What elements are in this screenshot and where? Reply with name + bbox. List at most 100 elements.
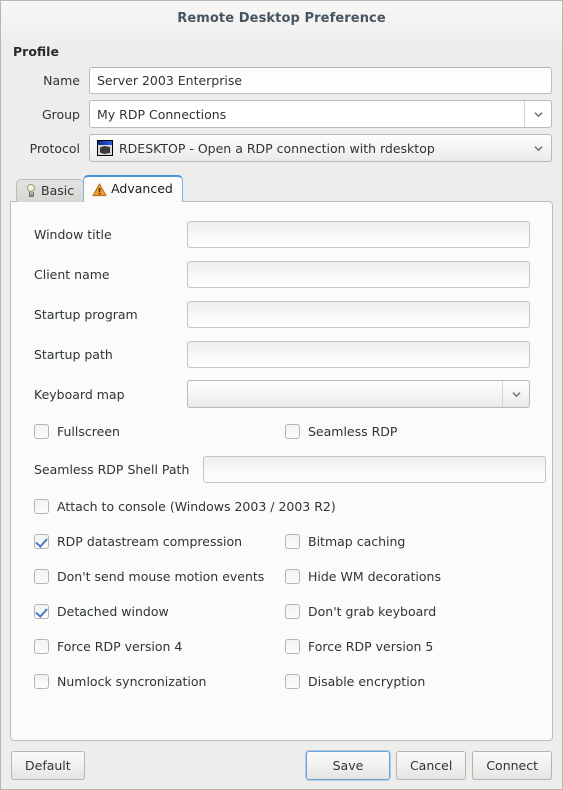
settings-notebook: Basic Advanced Window title Client name …	[10, 175, 553, 741]
cancel-button[interactable]: Cancel	[395, 750, 467, 780]
row-startup-path: Startup path	[17, 334, 546, 374]
protocol-combobox-value: RDESKTOP - Open a RDP connection with rd…	[90, 140, 525, 156]
checkbox-disable-encryption[interactable]: Disable encryption	[277, 674, 425, 689]
fullscreen-checkbox-box[interactable]	[34, 424, 49, 439]
detached-window-checkbox-box[interactable]	[34, 604, 49, 619]
keyboard-map-label: Keyboard map	[34, 386, 125, 402]
fullscreen-label: Fullscreen	[57, 424, 120, 439]
page-title: Remote Desktop Preference	[177, 10, 386, 26]
checkbox-force-rdp-version-5[interactable]: Force RDP version 5	[277, 639, 433, 654]
startup-program-input[interactable]	[187, 300, 530, 328]
rdp-datastream-compression-checkbox-box[interactable]	[34, 534, 49, 549]
seamless-shell-path-input[interactable]	[203, 455, 546, 483]
attach-console-checkbox-box[interactable]	[34, 499, 49, 514]
bitmap-caching-checkbox-box[interactable]	[285, 534, 300, 549]
numlock-syncronization-label: Numlock syncronization	[57, 674, 207, 689]
lightbulb-base	[28, 192, 34, 197]
seamless-rdp-label: Seamless RDP	[308, 424, 398, 439]
row-keyboard-map: Keyboard map	[17, 374, 546, 414]
field-row-group: Group My RDP Connections	[11, 100, 552, 128]
window-title-label: Window title	[34, 226, 112, 242]
tab-advanced[interactable]: Advanced	[83, 175, 183, 202]
tab-basic[interactable]: Basic	[16, 179, 85, 202]
tab-advanced-label: Advanced	[111, 181, 173, 197]
name-input[interactable]: Server 2003 Enterprise	[89, 66, 552, 94]
keyboard-map-arrow[interactable]	[502, 381, 529, 407]
group-combobox[interactable]: My RDP Connections	[89, 100, 552, 128]
protocol-combobox-text: RDESKTOP - Open a RDP connection with rd…	[119, 140, 435, 156]
rdp-datastream-compression-label: RDP datastream compression	[57, 534, 243, 549]
no-mouse-motion-events-checkbox-box[interactable]	[34, 569, 49, 584]
tab-basic-label: Basic	[41, 182, 75, 198]
profile-heading: Profile	[13, 44, 59, 59]
chevron-down-icon	[512, 391, 520, 397]
checkbox-detached-window[interactable]: Detached window	[17, 604, 277, 619]
force-rdp-version-5-checkbox-box[interactable]	[285, 639, 300, 654]
startup-path-label: Startup path	[34, 346, 113, 362]
lightbulb-icon	[25, 184, 37, 198]
save-button[interactable]: Save	[305, 750, 390, 780]
rdesktop-icon	[97, 140, 113, 156]
checkbox-no-mouse-motion-events[interactable]: Don't send mouse motion events	[17, 569, 277, 584]
numlock-syncronization-checkbox-box[interactable]	[34, 674, 49, 689]
no-mouse-motion-events-label: Don't send mouse motion events	[57, 569, 265, 584]
row-seamless-shell-path: Seamless RDP Shell Path	[17, 449, 546, 489]
protocol-combobox-arrow[interactable]	[525, 135, 551, 161]
chevron-down-icon	[534, 111, 542, 117]
checkbox-force-rdp-version-4[interactable]: Force RDP version 4	[17, 639, 277, 654]
lightbulb-glass	[27, 184, 35, 192]
protocol-combobox[interactable]: RDESKTOP - Open a RDP connection with rd…	[89, 134, 552, 162]
row-fullscreen: Fullscreen Seamless RDP	[17, 414, 546, 449]
warning-triangle-icon	[92, 183, 107, 197]
checkbox-rdp-datastream-compression[interactable]: RDP datastream compression	[17, 534, 277, 549]
dont-grab-keyboard-label: Don't grab keyboard	[308, 604, 437, 619]
connect-button[interactable]: Connect	[472, 750, 552, 780]
tab-strip: Basic Advanced	[10, 175, 553, 202]
seamless-rdp-checkbox-box[interactable]	[285, 424, 300, 439]
window-title-input[interactable]	[187, 220, 530, 248]
group-label: Group	[41, 106, 80, 122]
client-name-input[interactable]	[187, 260, 530, 288]
group-combobox-arrow[interactable]	[524, 101, 551, 127]
row-window-title: Window title	[17, 214, 546, 254]
rdesktop-icon-glyph	[100, 146, 110, 154]
checkbox-seamless-rdp[interactable]: Seamless RDP	[277, 424, 397, 439]
disable-encryption-checkbox-box[interactable]	[285, 674, 300, 689]
startup-path-input[interactable]	[187, 340, 530, 368]
force-rdp-version-4-label: Force RDP version 4	[57, 639, 183, 654]
checkbox-hide-wm-decorations[interactable]: Hide WM decorations	[277, 569, 441, 584]
dialog-action-bar: Default Save Cancel Connect	[1, 741, 562, 789]
field-row-protocol: Protocol RDESKTOP - Open a RDP connectio…	[11, 134, 552, 162]
checkbox-numlock-syncronization[interactable]: Numlock syncronization	[17, 674, 277, 689]
seamless-shell-path-label: Seamless RDP Shell Path	[34, 461, 190, 477]
preferences-window: Remote Desktop Preference Profile Name S…	[0, 0, 563, 790]
hide-wm-decorations-checkbox-box[interactable]	[285, 569, 300, 584]
bitmap-caching-label: Bitmap caching	[308, 534, 406, 549]
checkbox-dont-grab-keyboard[interactable]: Don't grab keyboard	[277, 604, 436, 619]
force-rdp-version-4-checkbox-box[interactable]	[34, 639, 49, 654]
field-row-name: Name Server 2003 Enterprise	[11, 66, 552, 94]
startup-program-label: Startup program	[34, 306, 138, 322]
client-name-label: Client name	[34, 266, 110, 282]
dont-grab-keyboard-checkbox-box[interactable]	[285, 604, 300, 619]
hide-wm-decorations-label: Hide WM decorations	[308, 569, 441, 584]
default-button[interactable]: Default	[11, 750, 85, 780]
group-combobox-value: My RDP Connections	[90, 101, 524, 127]
protocol-label: Protocol	[29, 140, 80, 156]
row-attach-console: Attach to console (Windows 2003 / 2003 R…	[17, 489, 546, 524]
row-force-rdp-version: Force RDP version 4 Force RDP version 5	[17, 629, 546, 664]
advanced-tab-panel: Window title Client name Startup program…	[10, 201, 553, 741]
name-label: Name	[43, 72, 80, 88]
checkbox-fullscreen[interactable]: Fullscreen	[17, 424, 277, 439]
row-detached-window: Detached window Don't grab keyboard	[17, 594, 546, 629]
checkbox-attach-console[interactable]: Attach to console (Windows 2003 / 2003 R…	[17, 499, 546, 514]
disable-encryption-label: Disable encryption	[308, 674, 426, 689]
checkbox-bitmap-caching[interactable]: Bitmap caching	[277, 534, 405, 549]
row-numlock-encryption: Numlock syncronization Disable encryptio…	[17, 664, 546, 699]
detached-window-label: Detached window	[57, 604, 169, 619]
keyboard-map-combobox[interactable]	[187, 380, 530, 408]
chevron-down-icon	[534, 145, 542, 151]
row-startup-program: Startup program	[17, 294, 546, 334]
rdesktop-icon-titlebar	[98, 141, 112, 145]
row-client-name: Client name	[17, 254, 546, 294]
